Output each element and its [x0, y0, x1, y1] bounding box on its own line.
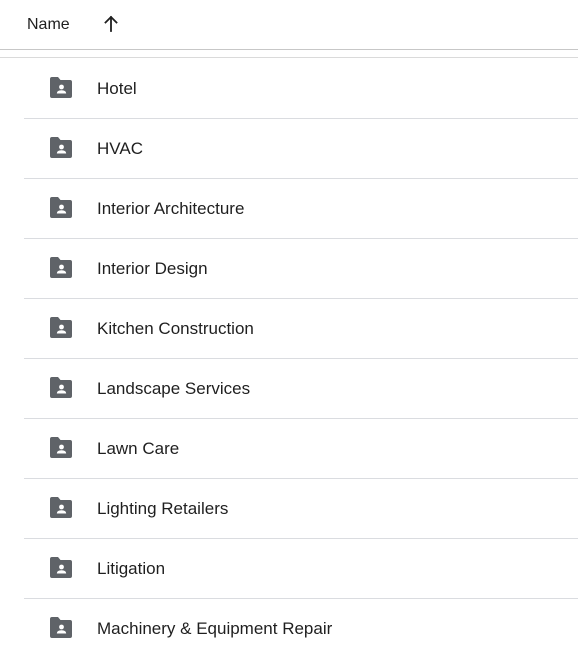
column-header: Name — [0, 0, 578, 50]
folder-name: Lighting Retailers — [97, 499, 229, 518]
list-item[interactable]: HVAC — [24, 119, 578, 179]
header-divider — [0, 50, 578, 58]
shared-folder-icon — [48, 437, 74, 459]
list-item[interactable]: Machinery & Equipment Repair — [24, 599, 578, 647]
folder-name: Landscape Services — [97, 379, 251, 398]
list-item[interactable]: Interior Design — [24, 239, 578, 299]
shared-folder-icon — [48, 257, 74, 279]
list-item[interactable]: Lawn Care — [24, 419, 578, 479]
shared-folder-icon — [48, 377, 74, 399]
list-item[interactable]: Landscape Services — [24, 359, 578, 419]
folder-name: Kitchen Construction — [97, 319, 254, 338]
shared-folder-icon — [48, 317, 74, 339]
folder-name: Interior Architecture — [97, 199, 245, 218]
arrow-up-icon[interactable] — [101, 14, 121, 34]
list-item[interactable]: Lighting Retailers — [24, 479, 578, 539]
shared-folder-icon — [48, 137, 74, 159]
shared-folder-icon — [48, 617, 74, 639]
folder-name: HVAC — [97, 139, 143, 158]
folder-name: Machinery & Equipment Repair — [97, 619, 333, 638]
folder-name: Lawn Care — [97, 439, 180, 458]
folder-name: Hotel — [97, 79, 137, 98]
folder-name: Interior Design — [97, 259, 208, 278]
list-item[interactable]: Kitchen Construction — [24, 299, 578, 359]
list-item[interactable]: Hotel — [24, 59, 578, 119]
file-list-page: Name Hotel HVAC Interior Architecture In… — [0, 0, 578, 647]
folder-list: Hotel HVAC Interior Architecture Interio… — [24, 59, 578, 647]
list-item[interactable]: Interior Architecture — [24, 179, 578, 239]
name-column-header[interactable]: Name — [27, 15, 70, 35]
list-item[interactable]: Litigation — [24, 539, 578, 599]
shared-folder-icon — [48, 197, 74, 219]
shared-folder-icon — [48, 497, 74, 519]
folder-name: Litigation — [97, 559, 166, 578]
shared-folder-icon — [48, 557, 74, 579]
shared-folder-icon — [48, 77, 74, 99]
